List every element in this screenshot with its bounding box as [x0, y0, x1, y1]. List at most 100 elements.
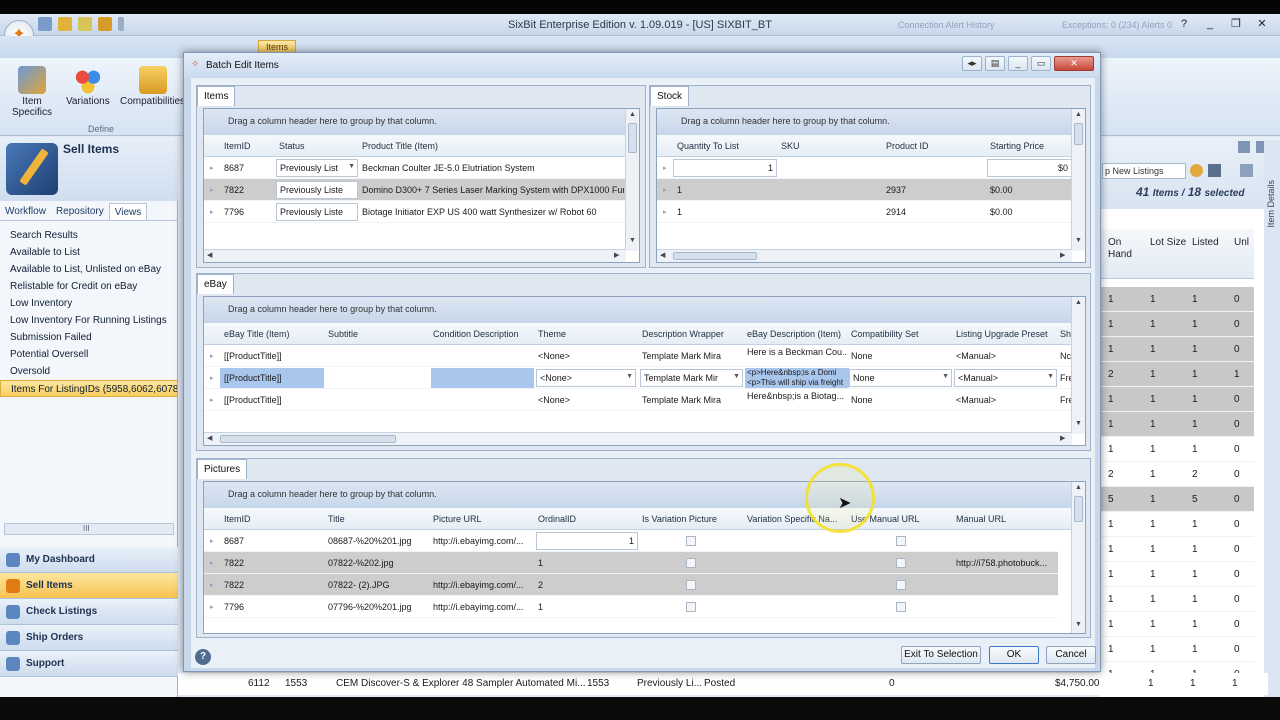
col-description-wrapper[interactable]: Description Wrapper: [642, 329, 724, 339]
view-item[interactable]: Low Inventory For Running Listings: [0, 312, 178, 329]
col-product-title[interactable]: Product Title (Item): [362, 141, 438, 151]
items-row[interactable]: ▸ 8687 Previously List ▼ Beckman Coulter JE-…: [204, 157, 626, 179]
cancel-button[interactable]: Cancel: [1046, 646, 1096, 664]
nav-horizontal-scrollbar[interactable]: III: [4, 523, 174, 535]
description-editor[interactable]: <p>Here&nbsp;is a Domi <p>This will ship …: [745, 368, 849, 388]
stock-group-panel[interactable]: Drag a column header here to group by th…: [657, 109, 1072, 135]
col-compatibility-set[interactable]: Compatibility Set: [851, 329, 919, 339]
status-editor[interactable]: Previously Liste: [276, 181, 358, 199]
pictures-vscroll[interactable]: ▲ ▼: [1071, 482, 1085, 633]
pictures-group-panel[interactable]: Drag a column header here to group by th…: [204, 482, 1072, 508]
stock-row[interactable]: ▸ 1 $0: [657, 157, 1072, 179]
use-manual-url-checkbox[interactable]: [896, 536, 906, 546]
ok-button[interactable]: OK: [989, 646, 1039, 664]
col-sku[interactable]: SKU: [781, 141, 800, 151]
col-itemid[interactable]: ItemID: [224, 141, 251, 151]
ebay-row[interactable]: ▸ [[ProductTitle]] <None> ▼ Template Mark Mi…: [204, 367, 1072, 389]
pictures-tab[interactable]: Pictures: [197, 459, 248, 479]
columns-icon[interactable]: [1240, 164, 1253, 177]
upgrade-editor[interactable]: <Manual> ▼: [954, 369, 1057, 387]
dialog-close-button[interactable]: ✕: [1054, 56, 1094, 71]
col-pic-title[interactable]: Title: [328, 514, 345, 524]
use-manual-url-checkbox[interactable]: [896, 580, 906, 590]
status-editor[interactable]: Previously List ▼: [276, 159, 358, 177]
filter-gear-icon[interactable]: [1190, 164, 1203, 177]
variations-button[interactable]: Variations: [66, 66, 110, 107]
items-row[interactable]: ▸ 7822 Previously Liste Domino D300+ 7 Seri…: [204, 179, 626, 201]
col-ebay-description[interactable]: eBay Description (Item): [747, 329, 847, 339]
view-item[interactable]: Relistable for Credit on eBay: [0, 278, 178, 295]
col-listing-upgrade-preset[interactable]: Listing Upgrade Preset: [956, 329, 1048, 339]
col-quantity-to-list[interactable]: Quantity To List: [677, 141, 739, 151]
col-starting-price[interactable]: Starting Price: [990, 141, 1044, 151]
background-row[interactable]: 2 1 2 0: [1100, 462, 1254, 487]
nav-my-dashboard[interactable]: My Dashboard: [0, 547, 178, 573]
dialog-minimize-button[interactable]: _: [1008, 56, 1028, 71]
background-row[interactable]: 1 1 1 0: [1100, 437, 1254, 462]
view-combo[interactable]: p New Listings: [1102, 163, 1186, 179]
items-vscroll[interactable]: ▲ ▼: [625, 109, 639, 251]
ebay-group-panel[interactable]: Drag a column header here to group by th…: [204, 297, 1072, 323]
ebay-row[interactable]: ▸ [[ProductTitle]] <None> Template Mark Mir…: [204, 389, 1072, 411]
stock-row[interactable]: ▸ 1 2914 $0.00: [657, 201, 1072, 223]
connection-alert-history[interactable]: Connection Alert History: [898, 20, 995, 30]
col-picture-url[interactable]: Picture URL: [433, 514, 482, 524]
background-row[interactable]: 1 1 1 0: [1100, 637, 1254, 662]
pictures-row[interactable]: ▸ 7822 07822- (2).JPG http://i.ebayimg.com/…: [204, 574, 1058, 596]
save-view-icon[interactable]: [1208, 164, 1221, 177]
price-editor[interactable]: $0: [987, 159, 1072, 177]
nav-sell-items[interactable]: Sell Items: [0, 573, 178, 599]
items-hscroll[interactable]: ◀ ▶: [204, 249, 626, 262]
is-variation-picture-checkbox[interactable]: [686, 580, 696, 590]
background-row[interactable]: 1 1 1 0: [1100, 537, 1254, 562]
compat-editor[interactable]: None ▼: [849, 369, 952, 387]
tab-workflow[interactable]: Workflow: [0, 203, 51, 220]
stock-hscroll[interactable]: ◀ ▶: [657, 249, 1072, 262]
col-on-hand[interactable]: On Hand: [1108, 237, 1138, 261]
nav-ship-orders[interactable]: Ship Orders: [0, 625, 178, 651]
background-row[interactable]: 1 1 1 0: [1100, 612, 1254, 637]
view-item[interactable]: Oversold: [0, 363, 178, 380]
col-subtitle[interactable]: Subtitle: [328, 329, 358, 339]
background-row[interactable]: 1 1 1 0: [1100, 337, 1254, 362]
items-group-panel[interactable]: Drag a column header here to group by th…: [204, 109, 626, 135]
col-manual-url[interactable]: Manual URL: [956, 514, 1006, 524]
col-listed[interactable]: Listed: [1192, 237, 1219, 248]
theme-editor[interactable]: <None> ▼: [536, 369, 636, 387]
help-icon[interactable]: ?: [195, 649, 211, 665]
dropdown-arrow-icon[interactable]: ▼: [1047, 373, 1054, 380]
print-icon[interactable]: [1238, 141, 1250, 153]
dialog-layout-button[interactable]: ▤: [985, 56, 1005, 71]
background-row[interactable]: 1 1 1 0: [1100, 587, 1254, 612]
background-row[interactable]: 1 1 1 0: [1100, 312, 1254, 337]
is-variation-picture-checkbox[interactable]: [686, 558, 696, 568]
background-row[interactable]: 2 1 1 1: [1100, 362, 1254, 387]
pictures-row[interactable]: ▸ 7822 07822-%202.jpg 1 http://i758.photobuc…: [204, 552, 1058, 574]
col-pic-itemid[interactable]: ItemID: [224, 514, 251, 524]
view-item[interactable]: Search Results: [0, 227, 178, 244]
col-product-id[interactable]: Product ID: [886, 141, 929, 151]
wrapper-editor[interactable]: Template Mark Mir ▼: [640, 369, 743, 387]
background-row[interactable]: 1 1 1 0: [1100, 412, 1254, 437]
background-row[interactable]: 1 1 1 0: [1100, 287, 1254, 312]
ebay-vscroll[interactable]: ▲ ▼: [1071, 297, 1085, 434]
nav-check-listings[interactable]: Check Listings: [0, 599, 178, 625]
col-condition-description[interactable]: Condition Description: [433, 329, 519, 339]
window-restore-button[interactable]: ❐: [1224, 16, 1248, 32]
window-help-icon[interactable]: ?: [1172, 16, 1196, 32]
dropdown-arrow-icon[interactable]: ▼: [348, 163, 355, 170]
quantity-editor[interactable]: 1: [673, 159, 777, 177]
use-manual-url-checkbox[interactable]: [896, 602, 906, 612]
ebay-row[interactable]: ▸ [[ProductTitle]] <None> Template Mark Mir…: [204, 345, 1072, 367]
status-editor[interactable]: Previously Liste: [276, 203, 358, 221]
exceptions-status[interactable]: Exceptions: 0 (234) Alerts 0: [1062, 20, 1172, 30]
tab-views[interactable]: Views: [108, 203, 148, 220]
background-row[interactable]: 1 1 1 0: [1100, 387, 1254, 412]
background-row[interactable]: 1 1 1 0: [1100, 562, 1254, 587]
background-row[interactable]: 5 1 5 0: [1100, 487, 1254, 512]
item-specifics-button[interactable]: Item Specifics: [12, 66, 52, 118]
dialog-dock-button[interactable]: ◂▸: [962, 56, 982, 71]
col-is-variation-picture[interactable]: Is Variation Picture: [642, 514, 717, 524]
is-variation-picture-checkbox[interactable]: [686, 602, 696, 612]
pictures-row[interactable]: ▸ 7796 07796-%20%201.jpg http://i.ebayimg.c…: [204, 596, 1058, 618]
